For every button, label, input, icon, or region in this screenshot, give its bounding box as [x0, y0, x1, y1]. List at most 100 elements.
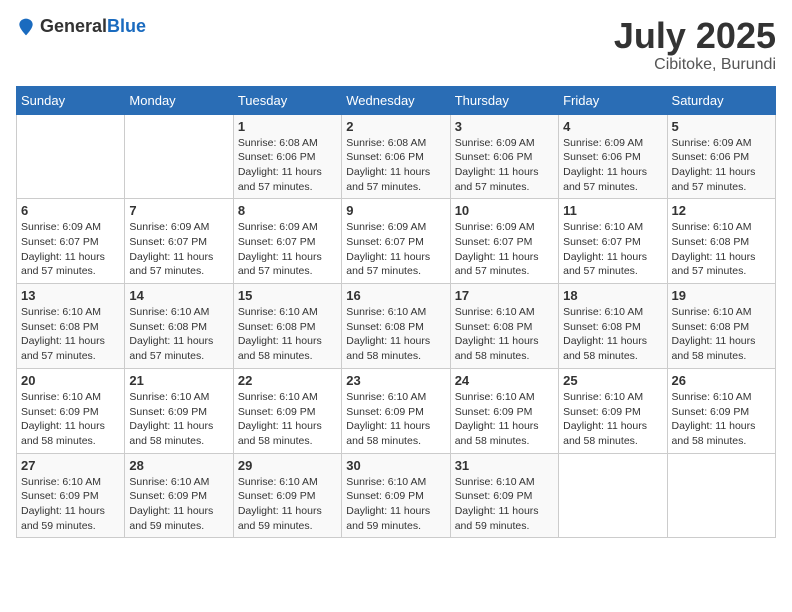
day-info: Sunrise: 6:10 AM Sunset: 6:08 PM Dayligh…	[129, 305, 228, 364]
week-row-1: 1Sunrise: 6:08 AM Sunset: 6:06 PM Daylig…	[17, 114, 776, 199]
day-info: Sunrise: 6:10 AM Sunset: 6:09 PM Dayligh…	[21, 390, 120, 449]
calendar-cell: 3 Sunrise: 6:09 AM Sunset: 6:06 PM Daylig…	[450, 114, 558, 199]
calendar-cell: 2 Sunrise: 6:08 AM Sunset: 6:06 PM Daylig…	[342, 114, 450, 199]
day-info: Sunrise: 6:10 AM Sunset: 6:09 PM Dayligh…	[129, 390, 228, 449]
calendar-body: 1Sunrise: 6:08 AM Sunset: 6:06 PM Daylig…	[17, 114, 776, 538]
day-info: Sunrise: 6:10 AM Sunset: 6:08 PM Dayligh…	[672, 305, 771, 364]
calendar-cell: 15 Sunrise: 6:10 AM Sunset: 6:08 PM Dayli…	[233, 284, 341, 369]
day-info: Sunrise: 6:10 AM Sunset: 6:09 PM Dayligh…	[129, 475, 228, 534]
calendar-cell: 7 Sunrise: 6:09 AM Sunset: 6:07 PM Daylig…	[125, 199, 233, 284]
calendar-cell	[559, 453, 667, 538]
day-number: 19	[672, 288, 771, 303]
calendar-cell	[17, 114, 125, 199]
calendar-cell: 19 Sunrise: 6:10 AM Sunset: 6:08 PM Dayli…	[667, 284, 775, 369]
day-info: Sunrise: 6:10 AM Sunset: 6:09 PM Dayligh…	[346, 390, 445, 449]
week-row-2: 6 Sunrise: 6:09 AM Sunset: 6:07 PM Daylig…	[17, 199, 776, 284]
day-info: Sunrise: 6:10 AM Sunset: 6:08 PM Dayligh…	[672, 220, 771, 279]
calendar-cell	[667, 453, 775, 538]
day-info: Sunrise: 6:10 AM Sunset: 6:08 PM Dayligh…	[346, 305, 445, 364]
day-header-friday: Friday	[559, 86, 667, 114]
calendar-cell: 24Sunrise: 6:10 AM Sunset: 6:09 PM Dayli…	[450, 368, 558, 453]
calendar-cell: 12Sunrise: 6:10 AM Sunset: 6:08 PM Dayli…	[667, 199, 775, 284]
week-row-3: 13Sunrise: 6:10 AM Sunset: 6:08 PM Dayli…	[17, 284, 776, 369]
calendar-cell: 17 Sunrise: 6:10 AM Sunset: 6:08 PM Dayli…	[450, 284, 558, 369]
calendar-cell: 10 Sunrise: 6:09 AM Sunset: 6:07 PM Dayli…	[450, 199, 558, 284]
day-info: Sunrise: 6:09 AM Sunset: 6:06 PM Dayligh…	[455, 136, 554, 195]
calendar-cell: 31Sunrise: 6:10 AM Sunset: 6:09 PM Dayli…	[450, 453, 558, 538]
calendar-cell: 23 Sunrise: 6:10 AM Sunset: 6:09 PM Dayli…	[342, 368, 450, 453]
day-number: 15	[238, 288, 337, 303]
day-number: 24	[455, 373, 554, 388]
day-number: 17	[455, 288, 554, 303]
logo-general-text: General	[40, 16, 107, 36]
day-info: Sunrise: 6:08 AM Sunset: 6:06 PM Dayligh…	[346, 136, 445, 195]
day-number: 9	[346, 203, 445, 218]
title-block: July 2025 Cibitoke, Burundi	[614, 16, 776, 74]
day-number: 2	[346, 119, 445, 134]
calendar-cell: 18 Sunrise: 6:10 AM Sunset: 6:08 PM Dayli…	[559, 284, 667, 369]
day-info: Sunrise: 6:10 AM Sunset: 6:09 PM Dayligh…	[563, 390, 662, 449]
day-number: 27	[21, 458, 120, 473]
logo-icon	[16, 17, 36, 37]
calendar-cell: 22 Sunrise: 6:10 AM Sunset: 6:09 PM Dayli…	[233, 368, 341, 453]
day-info: Sunrise: 6:09 AM Sunset: 6:07 PM Dayligh…	[455, 220, 554, 279]
logo: GeneralBlue	[16, 16, 146, 37]
calendar-cell: 27Sunrise: 6:10 AM Sunset: 6:09 PM Dayli…	[17, 453, 125, 538]
day-info: Sunrise: 6:09 AM Sunset: 6:07 PM Dayligh…	[238, 220, 337, 279]
calendar-cell: 14Sunrise: 6:10 AM Sunset: 6:08 PM Dayli…	[125, 284, 233, 369]
day-number: 29	[238, 458, 337, 473]
day-info: Sunrise: 6:10 AM Sunset: 6:08 PM Dayligh…	[238, 305, 337, 364]
day-number: 16	[346, 288, 445, 303]
week-row-5: 27 Sunrise: 6:10 AM Sunset: 6:09 PM Dayli…	[17, 453, 776, 538]
day-info: Sunrise: 6:09 AM Sunset: 6:06 PM Dayligh…	[672, 136, 771, 195]
day-number: 10	[455, 203, 554, 218]
calendar-cell: 28Sunrise: 6:10 AM Sunset: 6:09 PM Dayli…	[125, 453, 233, 538]
calendar-cell: 20 Sunrise: 6:10 AM Sunset: 6:09 PM Dayli…	[17, 368, 125, 453]
day-number: 31	[455, 458, 554, 473]
day-number: 5	[672, 119, 771, 134]
calendar-cell: 26Sunrise: 6:10 AM Sunset: 6:09 PM Dayli…	[667, 368, 775, 453]
month-title: July 2025	[614, 16, 776, 56]
day-number: 22	[238, 373, 337, 388]
day-number: 18	[563, 288, 662, 303]
day-info: Sunrise: 6:10 AM Sunset: 6:07 PM Dayligh…	[563, 220, 662, 279]
day-info: Sunrise: 6:09 AM Sunset: 6:07 PM Dayligh…	[129, 220, 228, 279]
day-header-wednesday: Wednesday	[342, 86, 450, 114]
location-title: Cibitoke, Burundi	[614, 56, 776, 74]
day-header-tuesday: Tuesday	[233, 86, 341, 114]
calendar-cell	[125, 114, 233, 199]
header-row: SundayMondayTuesdayWednesdayThursdayFrid…	[17, 86, 776, 114]
day-number: 11	[563, 203, 662, 218]
calendar-cell: 9 Sunrise: 6:09 AM Sunset: 6:07 PM Daylig…	[342, 199, 450, 284]
calendar-cell: 5 Sunrise: 6:09 AM Sunset: 6:06 PM Daylig…	[667, 114, 775, 199]
week-row-4: 20 Sunrise: 6:10 AM Sunset: 6:09 PM Dayli…	[17, 368, 776, 453]
day-info: Sunrise: 6:10 AM Sunset: 6:08 PM Dayligh…	[455, 305, 554, 364]
day-number: 3	[455, 119, 554, 134]
calendar-cell: 13Sunrise: 6:10 AM Sunset: 6:08 PM Dayli…	[17, 284, 125, 369]
day-info: Sunrise: 6:09 AM Sunset: 6:06 PM Dayligh…	[563, 136, 662, 195]
day-number: 7	[129, 203, 228, 218]
day-info: Sunrise: 6:10 AM Sunset: 6:09 PM Dayligh…	[346, 475, 445, 534]
day-number: 4	[563, 119, 662, 134]
calendar-cell: 8Sunrise: 6:09 AM Sunset: 6:07 PM Daylig…	[233, 199, 341, 284]
day-info: Sunrise: 6:09 AM Sunset: 6:07 PM Dayligh…	[346, 220, 445, 279]
day-info: Sunrise: 6:09 AM Sunset: 6:07 PM Dayligh…	[21, 220, 120, 279]
calendar-cell: 21 Sunrise: 6:10 AM Sunset: 6:09 PM Dayli…	[125, 368, 233, 453]
day-number: 21	[129, 373, 228, 388]
day-info: Sunrise: 6:10 AM Sunset: 6:09 PM Dayligh…	[238, 390, 337, 449]
day-number: 20	[21, 373, 120, 388]
calendar-table: SundayMondayTuesdayWednesdayThursdayFrid…	[16, 86, 776, 539]
day-number: 6	[21, 203, 120, 218]
day-header-monday: Monday	[125, 86, 233, 114]
calendar-cell: 6 Sunrise: 6:09 AM Sunset: 6:07 PM Daylig…	[17, 199, 125, 284]
day-info: Sunrise: 6:10 AM Sunset: 6:09 PM Dayligh…	[672, 390, 771, 449]
page-header: GeneralBlue July 2025 Cibitoke, Burundi	[16, 16, 776, 74]
day-number: 30	[346, 458, 445, 473]
calendar-cell: 4 Sunrise: 6:09 AM Sunset: 6:06 PM Daylig…	[559, 114, 667, 199]
calendar-header: SundayMondayTuesdayWednesdayThursdayFrid…	[17, 86, 776, 114]
day-info: Sunrise: 6:10 AM Sunset: 6:08 PM Dayligh…	[563, 305, 662, 364]
day-header-sunday: Sunday	[17, 86, 125, 114]
calendar-cell: 1Sunrise: 6:08 AM Sunset: 6:06 PM Daylig…	[233, 114, 341, 199]
day-number: 23	[346, 373, 445, 388]
calendar-cell: 29Sunrise: 6:10 AM Sunset: 6:09 PM Dayli…	[233, 453, 341, 538]
